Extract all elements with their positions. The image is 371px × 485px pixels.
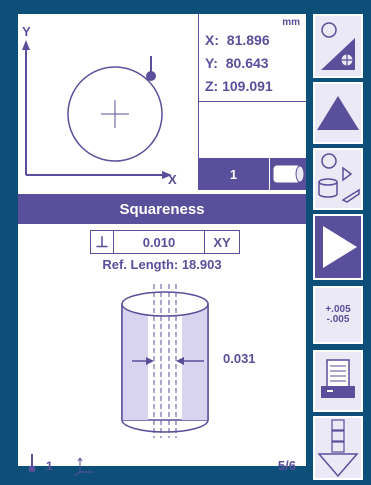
page-indicator: 5/6 <box>277 458 296 473</box>
view-mode-button[interactable] <box>313 14 363 78</box>
print-button[interactable] <box>313 350 363 412</box>
cylinder-icon[interactable] <box>271 158 306 190</box>
status-bar: 1 <box>198 158 306 190</box>
tolerance-value: 0.010 <box>113 230 205 254</box>
tolerance-label: +.005 -.005 <box>315 288 361 342</box>
cylinder-top <box>121 291 209 317</box>
status-footer-icons: 1 <box>28 454 94 476</box>
coord-y: Y: 80.643 <box>205 55 269 71</box>
deviation-zone-right <box>182 304 208 420</box>
tolerance-symbol: ⊥ <box>90 230 114 254</box>
ref-length: Ref. Length: 18.903 <box>102 257 222 272</box>
units-label: mm <box>282 17 300 28</box>
axis-triad-icon <box>73 457 94 476</box>
probe-icon <box>28 465 36 473</box>
feature-title: Squareness <box>18 194 306 224</box>
scroll-down-button[interactable] <box>313 416 363 480</box>
feature-select-button[interactable] <box>313 148 363 210</box>
x-axis-label: X <box>168 172 177 187</box>
datum-label: XY <box>204 230 240 254</box>
footer-index: 1 <box>46 459 53 473</box>
deviation-value: 0.031 <box>223 351 256 366</box>
plot-area: Y X <box>22 24 177 187</box>
scroll-up-button[interactable] <box>313 82 363 144</box>
cylinder-bottom <box>121 419 209 433</box>
coordinate-display: mm X: 81.896 Y: 80.643 Z: 109.091 <box>198 14 306 158</box>
coord-x: X: 81.896 <box>205 32 270 48</box>
coord-z: Z: 109.091 <box>205 78 273 94</box>
probe-point <box>146 71 156 81</box>
tolerance-button[interactable]: +.005 -.005 <box>313 286 363 344</box>
y-axis-label: Y <box>22 24 31 39</box>
deviation-zone-left <box>122 304 148 420</box>
main-panel: Y X mm X: 81.896 Y: 80.643 Z: 109.091 1 … <box>18 14 306 476</box>
tolerance-minus: -.005 <box>326 314 350 325</box>
play-button[interactable] <box>313 214 363 280</box>
coordinate-box: mm X: 81.896 Y: 80.643 Z: 109.091 <box>199 14 306 102</box>
y-axis-arrow <box>22 40 30 50</box>
feature-count: 1 <box>198 158 270 190</box>
squareness-diagram <box>121 284 209 438</box>
